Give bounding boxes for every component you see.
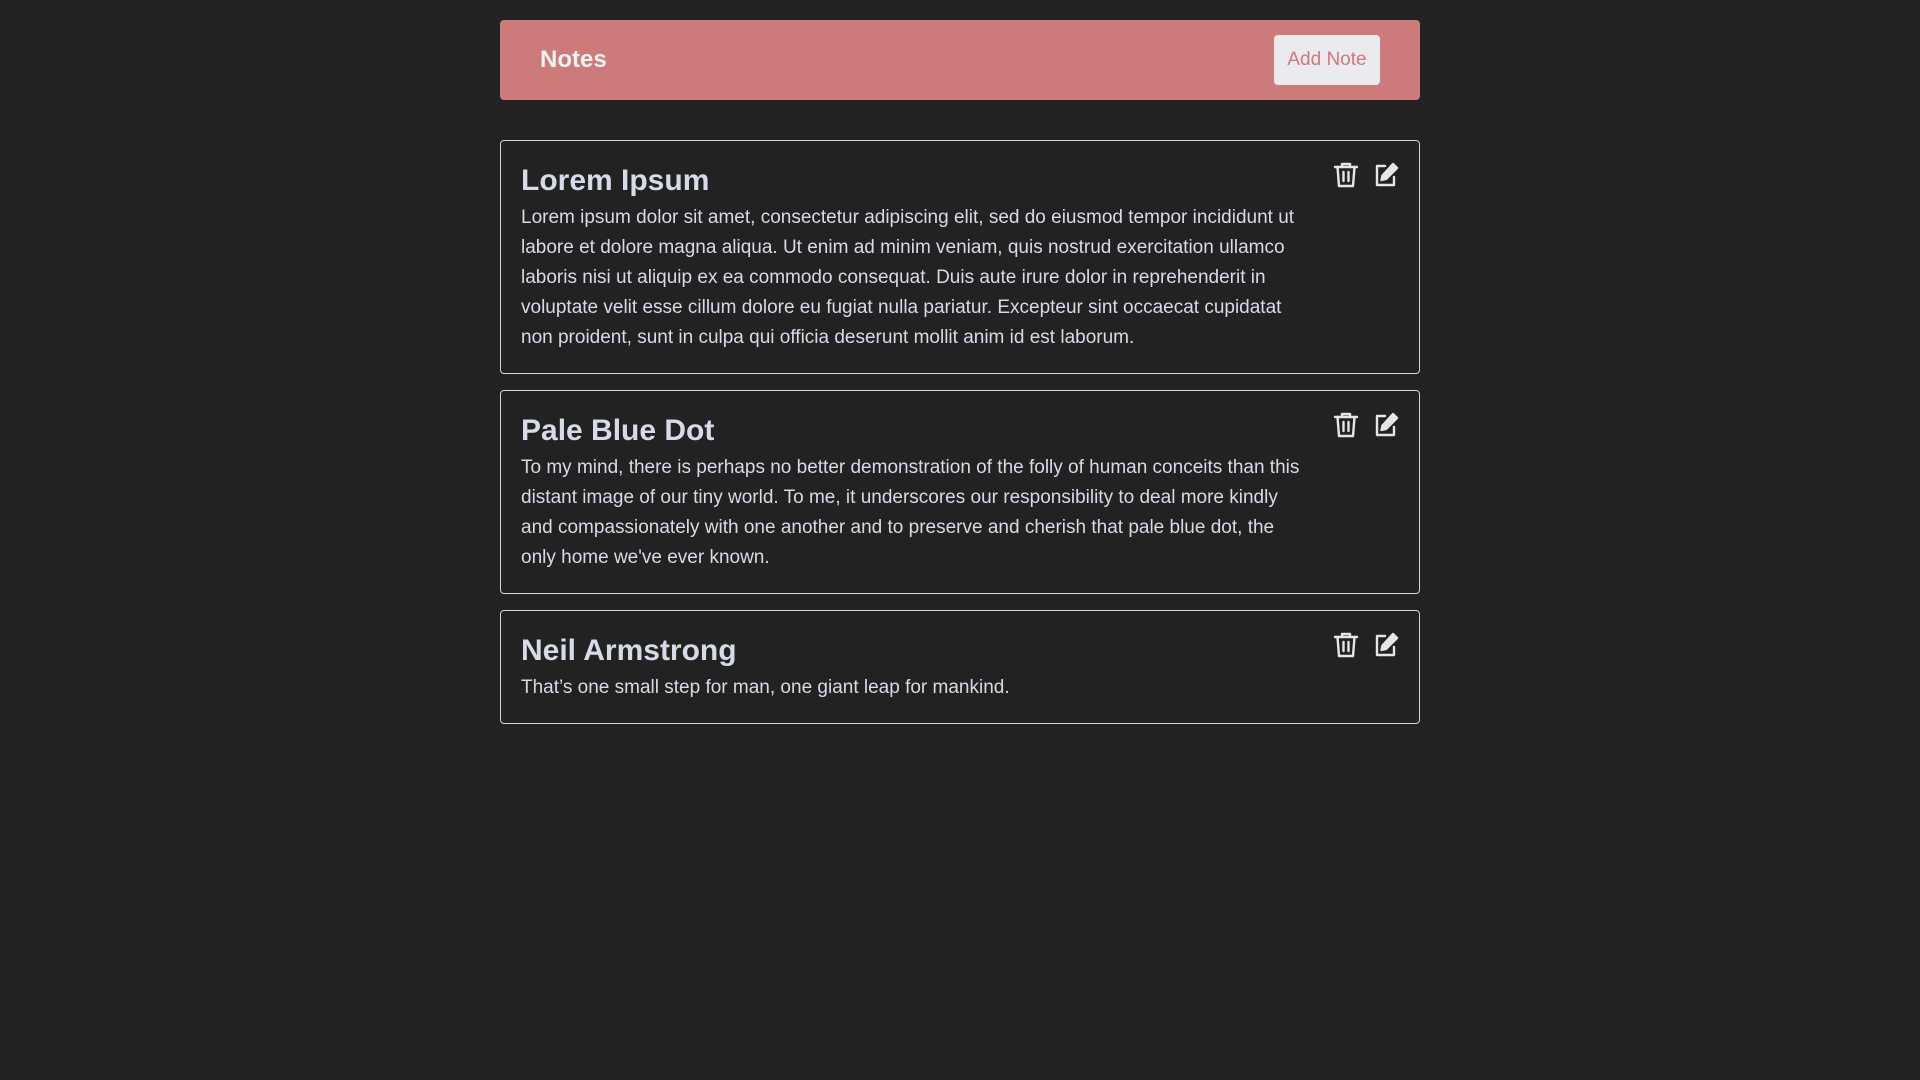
trash-icon[interactable] — [1333, 161, 1359, 189]
note-actions — [1333, 411, 1399, 439]
page-title: Notes — [540, 46, 607, 73]
app-container: Notes Add Note Lorem Ipsum Lorem ipsum d… — [500, 20, 1420, 740]
add-note-button[interactable]: Add Note — [1274, 35, 1380, 85]
note-body: That’s one small step for man, one giant… — [521, 677, 1010, 698]
notes-list: Lorem Ipsum Lorem ipsum dolor sit amet, … — [500, 140, 1420, 724]
edit-icon[interactable] — [1373, 411, 1399, 439]
edit-icon[interactable] — [1373, 631, 1399, 659]
note-title: Pale Blue Dot — [521, 414, 715, 447]
app-header: Notes Add Note — [500, 20, 1420, 100]
note-body: Lorem ipsum dolor sit amet, consectetur … — [521, 207, 1295, 348]
edit-icon[interactable] — [1373, 161, 1399, 189]
note-actions — [1333, 631, 1399, 659]
trash-icon[interactable] — [1333, 411, 1359, 439]
note-actions — [1333, 161, 1399, 189]
note-body: To my mind, there is perhaps no better d… — [521, 457, 1300, 568]
note-card: Neil Armstrong That’s one small step for… — [500, 610, 1420, 724]
note-title: Lorem Ipsum — [521, 164, 710, 197]
note-card: Pale Blue Dot To my mind, there is perha… — [500, 390, 1420, 594]
note-card: Lorem Ipsum Lorem ipsum dolor sit amet, … — [500, 140, 1420, 374]
trash-icon[interactable] — [1333, 631, 1359, 659]
note-title: Neil Armstrong — [521, 634, 737, 667]
